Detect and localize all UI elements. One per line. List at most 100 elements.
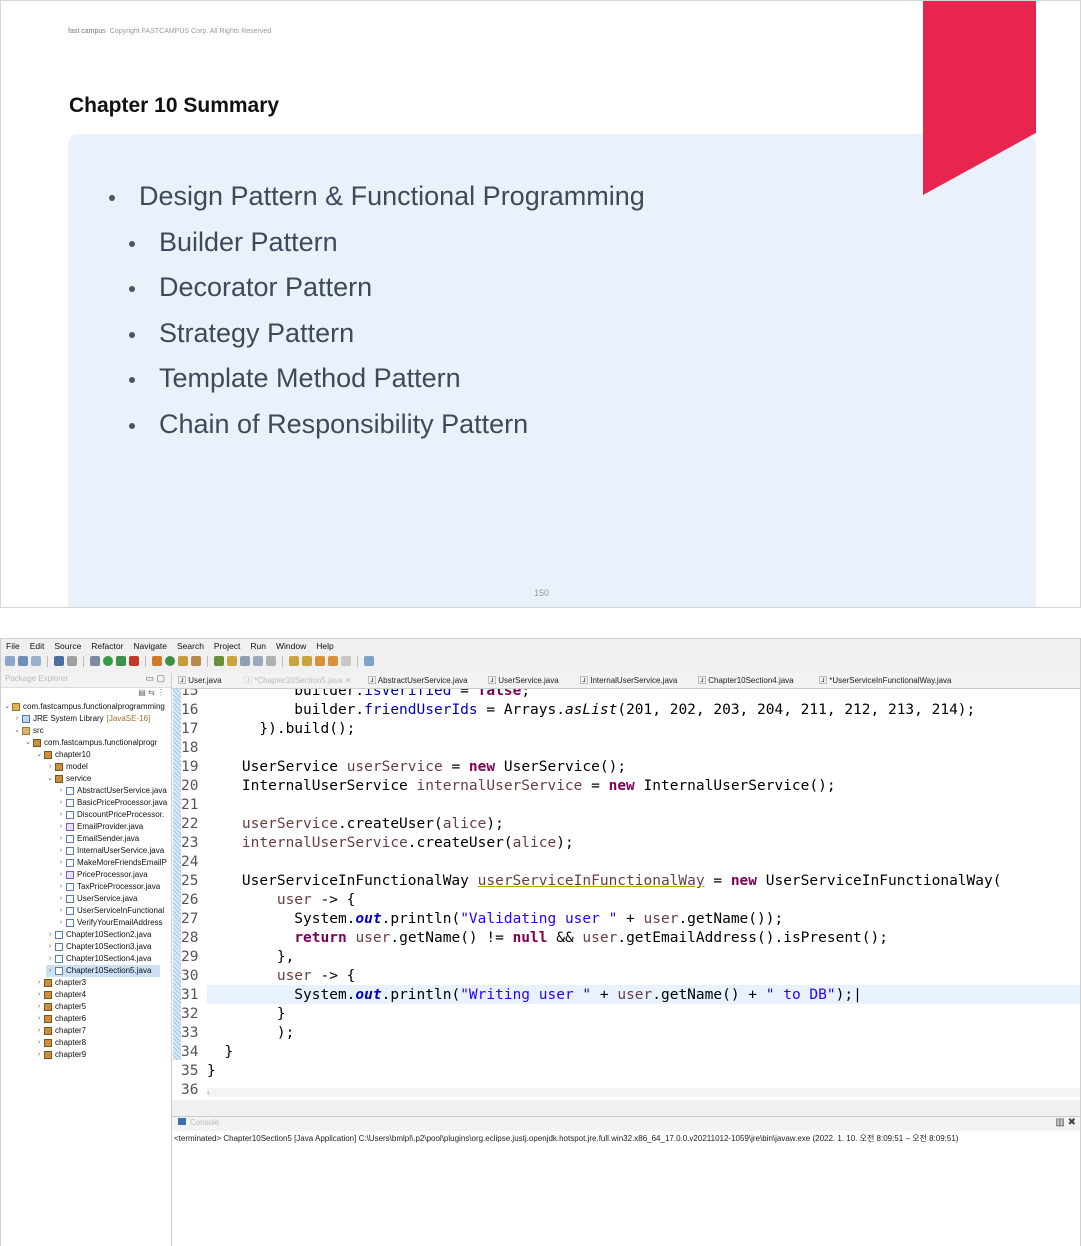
- mark-occurrences-icon[interactable]: [227, 656, 237, 666]
- menu-source[interactable]: Source: [49, 639, 86, 652]
- open-type-icon[interactable]: [178, 656, 188, 666]
- collapsed-icon[interactable]: ›: [35, 989, 43, 1001]
- view-menu-icon[interactable]: ⋮: [157, 688, 165, 697]
- collapsed-icon[interactable]: ›: [46, 761, 54, 773]
- debug-icon[interactable]: [90, 656, 100, 666]
- show-whitespace-icon[interactable]: [253, 656, 263, 666]
- close-icon[interactable]: ✕: [343, 676, 352, 685]
- collapsed-icon[interactable]: ›: [57, 869, 65, 881]
- collapsed-icon[interactable]: ›: [57, 785, 65, 797]
- collapsed-icon[interactable]: ›: [57, 917, 65, 929]
- collapsed-icon[interactable]: ›: [35, 1025, 43, 1037]
- tab-internaluserservice-java[interactable]: 🄹 InternalUserService.java: [580, 675, 677, 686]
- tree-node[interactable]: › InternalUserService.java: [57, 845, 164, 857]
- collapsed-icon[interactable]: ›: [46, 965, 54, 977]
- console-controls-icon[interactable]: ▥ ✖: [1055, 1117, 1076, 1128]
- tree-node[interactable]: ⌄ com.fastcampus.functionalprogramming: [3, 701, 165, 713]
- collapsed-icon[interactable]: ›: [35, 1001, 43, 1013]
- tree-node[interactable]: › TaxPriceProcessor.java: [57, 881, 160, 893]
- tree-node[interactable]: › chapter5: [35, 1001, 86, 1013]
- tree-node[interactable]: › chapter6: [35, 1013, 86, 1025]
- tree-node-selected[interactable]: › Chapter10Section5.java: [46, 965, 160, 977]
- expanded-icon[interactable]: ⌄: [13, 725, 21, 737]
- tree-node[interactable]: › Chapter10Section3.java: [46, 941, 151, 953]
- tree-node[interactable]: › DiscountPriceProcessor.: [57, 809, 164, 821]
- menu-window[interactable]: Window: [271, 639, 311, 652]
- run-icon[interactable]: [103, 656, 113, 666]
- tree-node[interactable]: › model: [46, 761, 88, 773]
- expanded-icon[interactable]: ⌄: [46, 773, 54, 785]
- block-selection-icon[interactable]: [240, 656, 250, 666]
- pilcrow-icon[interactable]: [266, 656, 276, 666]
- collapsed-icon[interactable]: ›: [57, 857, 65, 869]
- expanded-icon[interactable]: ⌄: [24, 737, 32, 749]
- new-icon[interactable]: [5, 656, 15, 666]
- tree-node[interactable]: › chapter7: [35, 1025, 86, 1037]
- tab-chapter10section5-java[interactable]: 🄹 *Chapter10Section5.java ✕: [244, 675, 352, 686]
- tree-node[interactable]: ⌄ chapter10: [35, 749, 91, 761]
- menu-help[interactable]: Help: [311, 639, 338, 652]
- collapsed-icon[interactable]: ›: [35, 1037, 43, 1049]
- link-editor-icon[interactable]: ⇆: [148, 688, 155, 697]
- tab-userserviceinfunctionalway-java[interactable]: 🄹 *UserServiceInFunctionalWay.java: [819, 675, 952, 686]
- expanded-icon[interactable]: ⌄: [3, 701, 11, 713]
- tab-chapter10section4-java[interactable]: 🄹 Chapter10Section4.java: [698, 675, 794, 686]
- collapsed-icon[interactable]: ›: [46, 929, 54, 941]
- collapsed-icon[interactable]: ›: [57, 905, 65, 917]
- menu-search[interactable]: Search: [172, 639, 209, 652]
- collapsed-icon[interactable]: ›: [35, 1013, 43, 1025]
- forward-icon[interactable]: [341, 656, 351, 666]
- menu-project[interactable]: Project: [209, 639, 245, 652]
- coverage-icon[interactable]: [116, 656, 126, 666]
- collapsed-icon[interactable]: ›: [46, 953, 54, 965]
- last-edit-icon[interactable]: [315, 656, 325, 666]
- tab-userservice-java[interactable]: 🄹 UserService.java: [488, 675, 559, 686]
- open-perspective-icon[interactable]: [364, 656, 374, 666]
- collapsed-icon[interactable]: ›: [57, 821, 65, 833]
- tree-node[interactable]: ⌄ src: [13, 725, 44, 737]
- previous-annotation-icon[interactable]: [302, 656, 312, 666]
- horizontal-scrollbar[interactable]: ‹: [207, 1088, 1080, 1097]
- tab-user-java[interactable]: 🄹 User.java: [178, 675, 222, 686]
- new-class-icon[interactable]: [165, 656, 175, 666]
- collapsed-icon[interactable]: ›: [57, 833, 65, 845]
- collapsed-icon[interactable]: ›: [57, 797, 65, 809]
- tree-node[interactable]: › Chapter10Section4.java: [46, 953, 151, 965]
- annotation-icon[interactable]: [214, 656, 224, 666]
- tree-node[interactable]: › AbstractUserService.java: [57, 785, 167, 797]
- collapsed-icon[interactable]: ›: [57, 845, 65, 857]
- collapsed-icon[interactable]: ›: [57, 893, 65, 905]
- terminal-icon[interactable]: [54, 656, 64, 666]
- save-all-icon[interactable]: [31, 656, 41, 666]
- collapsed-icon[interactable]: ›: [35, 1049, 43, 1061]
- collapsed-icon[interactable]: ›: [46, 941, 54, 953]
- external-tools-icon[interactable]: [129, 656, 139, 666]
- collapsed-icon[interactable]: ›: [57, 809, 65, 821]
- new-java-project-icon[interactable]: [152, 656, 162, 666]
- tree-node[interactable]: › BasicPriceProcessor.java: [57, 797, 167, 809]
- scroll-left-icon[interactable]: ‹: [207, 1088, 210, 1097]
- tree-node[interactable]: › chapter4: [35, 989, 86, 1001]
- tree-node[interactable]: › EmailProvider.java: [57, 821, 143, 833]
- collapsed-icon[interactable]: ›: [57, 881, 65, 893]
- menu-run[interactable]: Run: [245, 639, 271, 652]
- code-editor[interactable]: 15 16 17 18 19 20 21 22 23 24 25 26 27 2…: [172, 689, 1080, 1100]
- tree-node[interactable]: › UserService.java: [57, 893, 137, 905]
- skip-breakpoints-icon[interactable]: [67, 656, 77, 666]
- tree-node[interactable]: › chapter8: [35, 1037, 86, 1049]
- tree-node[interactable]: › chapter3: [35, 977, 86, 989]
- next-annotation-icon[interactable]: [289, 656, 299, 666]
- save-icon[interactable]: [18, 656, 28, 666]
- menu-file[interactable]: File: [1, 639, 25, 652]
- package-explorer-tab[interactable]: Package Explorer ▭ ▢: [1, 673, 171, 688]
- tree-node[interactable]: › Chapter10Section2.java: [46, 929, 151, 941]
- tree-node[interactable]: › chapter9: [35, 1049, 86, 1061]
- back-icon[interactable]: [328, 656, 338, 666]
- search-icon[interactable]: [191, 656, 201, 666]
- tree-node[interactable]: › EmailSender.java: [57, 833, 139, 845]
- tree-node[interactable]: › JRE System Library [JavaSE-16]: [13, 713, 150, 725]
- expanded-icon[interactable]: ⌄: [35, 749, 43, 761]
- menu-navigate[interactable]: Navigate: [128, 639, 172, 652]
- tree-node[interactable]: ⌄ com.fastcampus.functionalprogr: [24, 737, 157, 749]
- menu-refactor[interactable]: Refactor: [86, 639, 128, 652]
